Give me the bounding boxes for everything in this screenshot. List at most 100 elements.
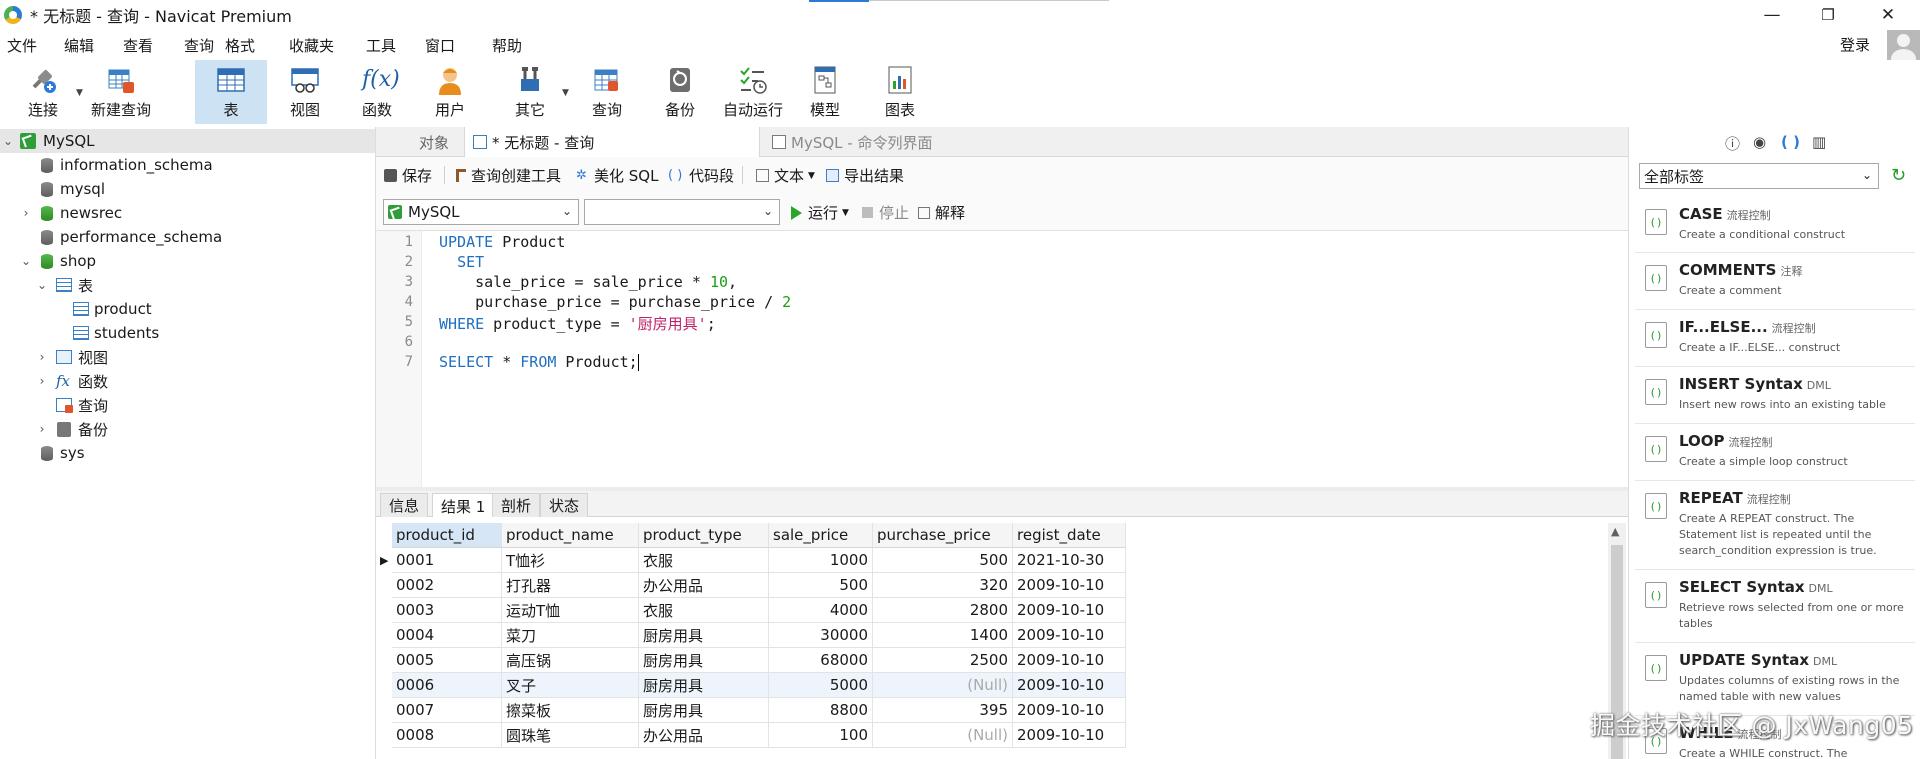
collapse-icon[interactable]: ⌄ xyxy=(20,254,32,268)
model-button[interactable]: 模型 xyxy=(800,60,850,124)
expand-icon[interactable]: › xyxy=(36,350,48,364)
column-header[interactable]: regist_date xyxy=(1013,523,1126,548)
grid-cell-null[interactable]: (Null) xyxy=(873,723,1013,748)
minimize-button[interactable]: — xyxy=(1742,0,1802,30)
grid-cell[interactable]: 2800 xyxy=(873,598,1013,623)
user-avatar[interactable] xyxy=(1887,30,1920,60)
snippet-filter-select[interactable]: 全部标签 ⌄ xyxy=(1639,163,1879,189)
grid-cell[interactable]: 0003 xyxy=(392,598,502,623)
grid-cell[interactable]: 2009-10-10 xyxy=(1013,598,1126,623)
other-dropdown-icon[interactable]: ▼ xyxy=(562,88,569,98)
menu-edit[interactable]: 编辑 xyxy=(64,35,94,56)
grid-cell[interactable]: 0005 xyxy=(392,648,502,673)
grid-cell[interactable]: 100 xyxy=(769,723,873,748)
menu-tools[interactable]: 工具 xyxy=(366,35,396,56)
tab-objects[interactable]: 对象 xyxy=(404,127,464,157)
query-builder-button[interactable]: 查询创建工具 xyxy=(456,165,561,186)
info-icon[interactable]: ⓘ xyxy=(1725,133,1740,154)
table-row[interactable]: 0006 叉子 厨房用具 5000 (Null) 2009-10-10 xyxy=(392,673,1126,698)
tab-status[interactable]: 状态 xyxy=(540,493,589,517)
expand-icon[interactable]: › xyxy=(20,206,32,220)
automation-button[interactable]: 自动运行 xyxy=(722,60,784,124)
menu-query[interactable]: 查询 xyxy=(184,35,214,56)
tree-db-mysql[interactable]: mysql xyxy=(0,177,375,201)
tree-table-product[interactable]: product xyxy=(0,297,375,321)
table-row[interactable]: 0004 菜刀 厨房用具 30000 1400 2009-10-10 xyxy=(392,623,1126,648)
tree-table-students[interactable]: students xyxy=(0,321,375,345)
snippet-case[interactable]: () CASE 流程控制 Create a conditional constru… xyxy=(1635,197,1915,253)
snippet-loop[interactable]: () LOOP 流程控制 Create a simple loop constru… xyxy=(1635,424,1915,481)
grid-cell[interactable]: 1400 xyxy=(873,623,1013,648)
table-row[interactable]: 0001 T恤衫 衣服 1000 500 2021-10-30 xyxy=(392,548,1126,573)
column-header[interactable]: sale_price xyxy=(769,523,873,548)
column-header[interactable]: product_type xyxy=(639,523,769,548)
grid-cell[interactable]: 4000 xyxy=(769,598,873,623)
grid-cell[interactable]: 0007 xyxy=(392,698,502,723)
grid-cell[interactable]: 办公用品 xyxy=(639,723,769,748)
tree-db-shop[interactable]: ⌄ shop xyxy=(0,249,375,273)
tab-info[interactable]: 信息 xyxy=(380,493,429,517)
connection-select[interactable]: MySQL ⌄ xyxy=(383,199,579,225)
expand-icon[interactable]: › xyxy=(36,422,48,436)
expand-icon[interactable]: › xyxy=(36,374,48,388)
grid-cell[interactable]: 衣服 xyxy=(639,548,769,573)
grid-cell[interactable]: 320 xyxy=(873,573,1013,598)
grid-cell[interactable]: 0006 xyxy=(392,673,502,698)
grid-cell[interactable]: 厨房用具 xyxy=(639,698,769,723)
menu-file[interactable]: 文件 xyxy=(7,35,37,56)
grid-cell[interactable]: 2009-10-10 xyxy=(1013,573,1126,598)
tree-shop-queries[interactable]: 查询 xyxy=(0,393,375,417)
tree-db-newsrec[interactable]: › newsrec xyxy=(0,201,375,225)
table-row[interactable]: 0005 高压锅 厨房用具 68000 2500 2009-10-10 xyxy=(392,648,1126,673)
grid-cell[interactable]: 0008 xyxy=(392,723,502,748)
backup-button[interactable]: 备份 xyxy=(655,60,705,124)
grid-cell-null[interactable]: (Null) xyxy=(873,673,1013,698)
grid-cell[interactable]: 圆珠笔 xyxy=(502,723,639,748)
stop-button[interactable]: 停止 xyxy=(862,202,909,223)
layout-icon[interactable]: ▥ xyxy=(1812,133,1826,151)
sql-editor[interactable]: 1 2 3 4 5 6 7 UPDATE Product SET sale_pr… xyxy=(376,231,1628,487)
connect-button[interactable]: 连接 xyxy=(18,60,68,124)
grid-cell[interactable]: 0004 xyxy=(392,623,502,648)
grid-cell[interactable]: 2021-10-30 xyxy=(1013,548,1126,573)
snippet-insert[interactable]: () INSERT Syntax DML Insert new rows into… xyxy=(1635,367,1915,424)
login-link[interactable]: 登录 xyxy=(1840,34,1870,55)
grid-cell[interactable]: 菜刀 xyxy=(502,623,639,648)
menu-favorites[interactable]: 收藏夹 xyxy=(289,35,334,56)
grid-cell[interactable]: 8800 xyxy=(769,698,873,723)
menu-help[interactable]: 帮助 xyxy=(492,35,522,56)
snippet-comments[interactable]: () COMMENTS 注释 Create a comment xyxy=(1635,253,1915,310)
tree-shop-tables[interactable]: ⌄ 表 xyxy=(0,273,375,297)
grid-cell[interactable]: 5000 xyxy=(769,673,873,698)
run-dropdown-icon[interactable]: ▼ xyxy=(842,208,849,218)
grid-cell[interactable]: 叉子 xyxy=(502,673,639,698)
grid-cell[interactable]: 衣服 xyxy=(639,598,769,623)
collapse-icon[interactable]: ⌄ xyxy=(2,134,14,148)
grid-cell[interactable]: 高压锅 xyxy=(502,648,639,673)
menu-format[interactable]: 格式 xyxy=(225,35,255,56)
view-button[interactable]: 视图 xyxy=(280,60,330,124)
restore-button[interactable]: ❐ xyxy=(1798,0,1858,30)
connect-dropdown-icon[interactable]: ▼ xyxy=(76,88,83,98)
refresh-icon[interactable]: ↻ xyxy=(1891,165,1906,186)
grid-cell[interactable]: 2009-10-10 xyxy=(1013,723,1126,748)
run-button[interactable]: 运行 ▼ xyxy=(791,202,849,223)
tab-result-1[interactable]: 结果 1 xyxy=(432,493,495,518)
menu-window[interactable]: 窗口 xyxy=(425,35,455,56)
function-button[interactable]: f(x) 函数 xyxy=(352,60,402,124)
collapse-icon[interactable]: ⌄ xyxy=(36,278,48,292)
code-braces-icon[interactable]: ( ) xyxy=(1781,133,1800,151)
grid-cell[interactable]: 395 xyxy=(873,698,1013,723)
grid-cell[interactable]: 0001 xyxy=(392,548,502,573)
grid-cell[interactable]: 厨房用具 xyxy=(639,623,769,648)
new-query-button[interactable]: 新建查询 xyxy=(88,60,154,124)
snippet-repeat[interactable]: () REPEAT 流程控制 Create A REPEAT construct.… xyxy=(1635,481,1915,570)
chart-button[interactable]: 图表 xyxy=(875,60,925,124)
text-button[interactable]: 文本 ▼ xyxy=(756,165,815,186)
table-button[interactable]: 表 xyxy=(195,60,267,124)
other-button[interactable]: 其它 xyxy=(505,60,555,124)
code-snippet-button[interactable]: ( ) 代码段 xyxy=(668,165,734,186)
eye-icon[interactable]: ◉ xyxy=(1753,133,1766,151)
table-row[interactable]: 0003 运动T恤 衣服 4000 2800 2009-10-10 xyxy=(392,598,1126,623)
column-header[interactable]: product_name xyxy=(502,523,639,548)
